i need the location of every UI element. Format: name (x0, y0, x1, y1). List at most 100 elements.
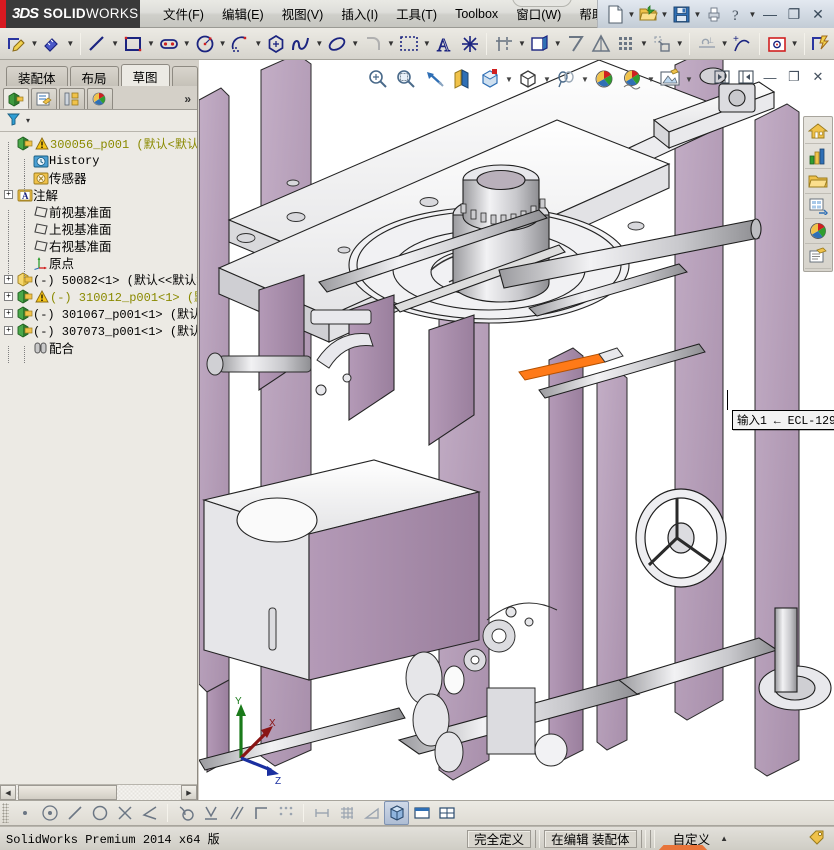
property-manager-tab[interactable] (31, 88, 57, 109)
section-view-icon[interactable] (448, 66, 476, 92)
arc-caret-icon[interactable]: ▼ (253, 30, 264, 58)
rectangle-caret-icon[interactable]: ▼ (146, 30, 157, 58)
grid-snap-points-icon[interactable] (273, 801, 298, 825)
restore-button[interactable]: ❐ (782, 4, 806, 24)
tab-overflow[interactable] (172, 66, 198, 88)
display-delete-relations-caret-icon[interactable]: ▼ (719, 30, 730, 58)
length-snap-icon[interactable] (309, 801, 334, 825)
doc-close-button[interactable]: ✕ (806, 67, 830, 87)
menu-view[interactable]: 视图(V) (273, 1, 333, 26)
point-relation-icon[interactable] (12, 801, 37, 825)
trim-entities-caret-icon[interactable]: ▼ (421, 30, 432, 58)
previous-view-icon[interactable] (420, 66, 448, 92)
sketch-tool-icon[interactable] (4, 30, 29, 58)
view-orientation-icon[interactable] (476, 66, 504, 92)
slot-icon[interactable] (156, 30, 181, 58)
display-style-caret-icon[interactable]: ▼ (542, 66, 552, 92)
panel-more-tabs-icon[interactable]: » (184, 92, 191, 106)
tree-item-part-307073[interactable]: + (-) 307073_p001<1> (默认< (0, 322, 197, 339)
filter-icon[interactable] (6, 112, 21, 130)
four-view-icon[interactable] (434, 801, 459, 825)
sketch-tool-caret-icon[interactable]: ▼ (29, 30, 40, 58)
help-icon[interactable]: ? (725, 3, 747, 25)
apply-scene-caret-icon[interactable]: ▼ (646, 66, 656, 92)
menu-edit[interactable]: 编辑(E) (213, 1, 273, 26)
intersection-snap-icon[interactable] (112, 801, 137, 825)
mirror-entities-icon[interactable] (588, 30, 613, 58)
tree-item-right-plane[interactable]: 右视基准面 (0, 237, 197, 254)
isometric-view-icon[interactable] (384, 801, 409, 825)
tree-item-front-plane[interactable]: 前视基准面 (0, 203, 197, 220)
construction-geometry-caret-icon[interactable]: ▼ (517, 30, 528, 58)
open-folder-icon[interactable] (805, 169, 831, 194)
menu-insert[interactable]: 插入(I) (332, 1, 387, 26)
appearances-ball-icon[interactable] (805, 219, 831, 244)
open-document-caret-icon[interactable]: ▼ (659, 3, 670, 25)
minimize-button[interactable]: — (758, 4, 782, 24)
horizontal-vertical-snap-icon[interactable] (248, 801, 273, 825)
toolbar-grip[interactable] (2, 803, 9, 823)
circle-icon[interactable] (192, 30, 217, 58)
smart-dimension-icon[interactable] (40, 30, 65, 58)
center-point-icon[interactable] (37, 801, 62, 825)
rapid-sketch-icon[interactable] (809, 30, 834, 58)
menu-toolbox[interactable]: Toolbox (446, 4, 507, 24)
offset-entities-caret-icon[interactable]: ▼ (552, 30, 563, 58)
move-entities-icon[interactable] (649, 30, 674, 58)
fillet-icon[interactable] (360, 30, 385, 58)
configuration-manager-tab[interactable] (59, 88, 85, 109)
angle-snap-icon[interactable] (137, 801, 162, 825)
line-icon[interactable] (85, 30, 110, 58)
panel-expand-button[interactable] (734, 67, 758, 87)
doc-minimize-button[interactable]: — (758, 67, 782, 87)
hide-show-items-caret-icon[interactable]: ▼ (580, 66, 590, 92)
convert-entities-icon[interactable] (563, 30, 588, 58)
panel-collapse-button[interactable] (710, 67, 734, 87)
tree-item-mates[interactable]: 配合 (0, 339, 197, 356)
menu-file[interactable]: 文件(F) (154, 1, 213, 26)
quick-snaps-icon[interactable] (764, 30, 789, 58)
mate-callout[interactable]: 输入1 ← ECL-129_ECL-129<2> (732, 410, 834, 430)
linear-pattern-icon[interactable] (613, 30, 638, 58)
grid-icon[interactable] (334, 801, 359, 825)
linear-pattern-caret-icon[interactable]: ▼ (639, 30, 650, 58)
scroll-track[interactable] (16, 785, 181, 800)
feature-manager-tab[interactable] (3, 88, 29, 109)
tree-item-part-310012[interactable]: + (-) 310012_p001<1> (默 (0, 288, 197, 305)
tab-sketch[interactable]: 草图 (121, 64, 170, 88)
fillet-caret-icon[interactable]: ▼ (386, 30, 397, 58)
scroll-left-arrow-icon[interactable]: ◀ (0, 785, 16, 800)
ellipse-icon[interactable] (325, 30, 350, 58)
status-custom-caret-icon[interactable]: ▲ (720, 834, 728, 843)
view-settings-icon[interactable] (656, 66, 684, 92)
tree-expander[interactable]: + (4, 326, 13, 335)
zoom-to-fit-icon[interactable] (364, 66, 392, 92)
move-entities-caret-icon[interactable]: ▼ (674, 30, 685, 58)
save-caret-icon[interactable]: ▼ (692, 3, 703, 25)
tree-horizontal-scrollbar[interactable]: ◀ ▶ (0, 784, 197, 800)
new-document-icon[interactable] (604, 3, 626, 25)
tree-item-origin[interactable]: 原点 (0, 254, 197, 271)
spline-icon[interactable] (289, 30, 314, 58)
new-document-caret-icon[interactable]: ▼ (626, 3, 637, 25)
custom-properties-icon[interactable] (805, 244, 831, 269)
offset-entities-icon[interactable] (527, 30, 552, 58)
recent-documents-icon[interactable] (805, 144, 831, 169)
line-snap-icon[interactable] (62, 801, 87, 825)
apply-scene-icon[interactable] (618, 66, 646, 92)
parallel-snap-icon[interactable] (223, 801, 248, 825)
tab-layout[interactable]: 布局 (70, 66, 119, 88)
tree-item-part-301067[interactable]: + (-) 301067_p001<1> (默认< (0, 305, 197, 322)
display-style-icon[interactable] (514, 66, 542, 92)
tree-item-sensors[interactable]: 传感器 (0, 169, 197, 186)
close-button[interactable]: ✕ (806, 4, 830, 24)
view-settings-caret-icon[interactable]: ▼ (684, 66, 694, 92)
view-orientation-caret-icon[interactable]: ▼ (504, 66, 514, 92)
tag-icon[interactable] (808, 829, 826, 848)
save-icon[interactable] (670, 3, 692, 25)
menu-tools[interactable]: 工具(T) (387, 1, 446, 26)
tangent-snap-icon[interactable] (173, 801, 198, 825)
repair-sketch-icon[interactable]: + (730, 30, 755, 58)
open-document-icon[interactable] (637, 3, 659, 25)
trim-entities-icon[interactable] (396, 30, 421, 58)
